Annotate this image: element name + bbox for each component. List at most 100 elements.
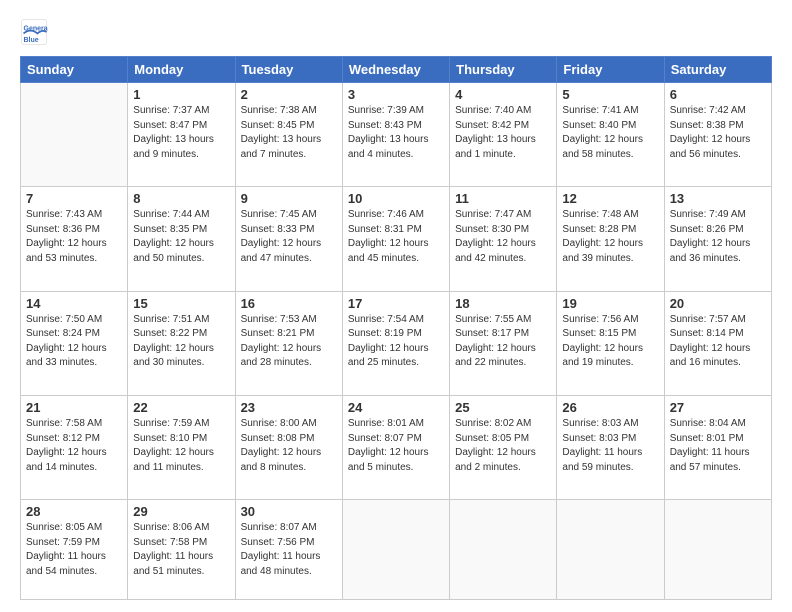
weekday-header-tuesday: Tuesday	[235, 57, 342, 83]
day-number: 12	[562, 191, 658, 206]
calendar-cell: 25 Sunrise: 8:02 AM Sunset: 8:05 PM Dayli…	[450, 396, 557, 500]
calendar-cell: 16 Sunrise: 7:53 AM Sunset: 8:21 PM Dayli…	[235, 291, 342, 395]
day-info: Sunrise: 7:51 AM Sunset: 8:22 PM Dayligh…	[133, 313, 229, 371]
day-number: 27	[670, 400, 766, 415]
day-number: 21	[26, 400, 122, 415]
day-info: Sunrise: 7:37 AM Sunset: 8:47 PM Dayligh…	[133, 104, 229, 162]
calendar-cell: 24Sunrise: 8:01 AM Sunset: 8:07 PM Dayli…	[342, 396, 449, 500]
day-info: Sunrise: 8:05 AM Sunset: 7:59 PM Dayligh…	[26, 521, 122, 579]
calendar-cell: 23Sunrise: 8:00 AM Sunset: 8:08 PM Dayli…	[235, 396, 342, 500]
calendar-cell: 13 Sunrise: 7:49 AM Sunset: 8:26 PM Dayli…	[664, 187, 771, 291]
calendar-cell: 21 Sunrise: 7:58 AM Sunset: 8:12 PM Dayli…	[21, 396, 128, 500]
calendar-cell: 1Sunrise: 7:37 AM Sunset: 8:47 PM Daylig…	[128, 83, 235, 187]
day-number: 4	[455, 87, 551, 102]
calendar-week-row: 14 Sunrise: 7:50 AM Sunset: 8:24 PM Dayli…	[21, 291, 772, 395]
calendar-cell: 15 Sunrise: 7:51 AM Sunset: 8:22 PM Dayli…	[128, 291, 235, 395]
day-info: Sunrise: 7:54 AM Sunset: 8:19 PM Dayligh…	[348, 313, 444, 371]
day-number: 17	[348, 296, 444, 311]
calendar-cell: 28 Sunrise: 8:05 AM Sunset: 7:59 PM Dayli…	[21, 500, 128, 600]
day-number: 18	[455, 296, 551, 311]
day-info: Sunrise: 7:53 AM Sunset: 8:21 PM Dayligh…	[241, 313, 337, 371]
day-info: Sunrise: 7:40 AM Sunset: 8:42 PM Dayligh…	[455, 104, 551, 162]
calendar-cell: 10Sunrise: 7:46 AM Sunset: 8:31 PM Dayli…	[342, 187, 449, 291]
day-info: Sunrise: 7:39 AM Sunset: 8:43 PM Dayligh…	[348, 104, 444, 162]
calendar-week-row: 7 Sunrise: 7:43 AM Sunset: 8:36 PM Daylig…	[21, 187, 772, 291]
day-number: 14	[26, 296, 122, 311]
day-info: Sunrise: 7:57 AM Sunset: 8:14 PM Dayligh…	[670, 313, 766, 371]
day-number: 16	[241, 296, 337, 311]
calendar-cell: 14 Sunrise: 7:50 AM Sunset: 8:24 PM Dayli…	[21, 291, 128, 395]
day-info: Sunrise: 8:01 AM Sunset: 8:07 PM Dayligh…	[348, 417, 444, 475]
day-number: 19	[562, 296, 658, 311]
svg-text:Blue: Blue	[24, 37, 39, 44]
day-info: Sunrise: 7:45 AM Sunset: 8:33 PM Dayligh…	[241, 208, 337, 266]
day-number: 26	[562, 400, 658, 415]
calendar-cell: 3 Sunrise: 7:39 AM Sunset: 8:43 PM Daylig…	[342, 83, 449, 187]
day-info: Sunrise: 7:59 AM Sunset: 8:10 PM Dayligh…	[133, 417, 229, 475]
day-number: 2	[241, 87, 337, 102]
calendar-cell: 8 Sunrise: 7:44 AM Sunset: 8:35 PM Daylig…	[128, 187, 235, 291]
calendar-cell: 4 Sunrise: 7:40 AM Sunset: 8:42 PM Daylig…	[450, 83, 557, 187]
weekday-header-saturday: Saturday	[664, 57, 771, 83]
calendar-cell: 11Sunrise: 7:47 AM Sunset: 8:30 PM Dayli…	[450, 187, 557, 291]
day-number: 28	[26, 504, 122, 519]
calendar-cell: 19Sunrise: 7:56 AM Sunset: 8:15 PM Dayli…	[557, 291, 664, 395]
day-number: 23	[241, 400, 337, 415]
calendar-cell: 9Sunrise: 7:45 AM Sunset: 8:33 PM Daylig…	[235, 187, 342, 291]
day-info: Sunrise: 7:47 AM Sunset: 8:30 PM Dayligh…	[455, 208, 551, 266]
day-number: 3	[348, 87, 444, 102]
calendar-cell: 29Sunrise: 8:06 AM Sunset: 7:58 PM Dayli…	[128, 500, 235, 600]
calendar-cell: 27 Sunrise: 8:04 AM Sunset: 8:01 PM Dayli…	[664, 396, 771, 500]
day-info: Sunrise: 7:58 AM Sunset: 8:12 PM Dayligh…	[26, 417, 122, 475]
calendar-cell: 18 Sunrise: 7:55 AM Sunset: 8:17 PM Dayli…	[450, 291, 557, 395]
day-number: 22	[133, 400, 229, 415]
day-info: Sunrise: 7:38 AM Sunset: 8:45 PM Dayligh…	[241, 104, 337, 162]
calendar-week-row: 28 Sunrise: 8:05 AM Sunset: 7:59 PM Dayli…	[21, 500, 772, 600]
logo-icon: General Blue	[20, 18, 48, 46]
calendar-cell: 6Sunrise: 7:42 AM Sunset: 8:38 PM Daylig…	[664, 83, 771, 187]
day-number: 5	[562, 87, 658, 102]
day-number: 20	[670, 296, 766, 311]
calendar-cell: 30 Sunrise: 8:07 AM Sunset: 7:56 PM Dayli…	[235, 500, 342, 600]
calendar-week-row: 21 Sunrise: 7:58 AM Sunset: 8:12 PM Dayli…	[21, 396, 772, 500]
day-info: Sunrise: 7:42 AM Sunset: 8:38 PM Dayligh…	[670, 104, 766, 162]
day-info: Sunrise: 7:44 AM Sunset: 8:35 PM Dayligh…	[133, 208, 229, 266]
day-info: Sunrise: 7:50 AM Sunset: 8:24 PM Dayligh…	[26, 313, 122, 371]
day-info: Sunrise: 7:55 AM Sunset: 8:17 PM Dayligh…	[455, 313, 551, 371]
header: General Blue	[20, 18, 772, 46]
day-number: 10	[348, 191, 444, 206]
day-info: Sunrise: 7:41 AM Sunset: 8:40 PM Dayligh…	[562, 104, 658, 162]
calendar-cell	[342, 500, 449, 600]
day-info: Sunrise: 8:07 AM Sunset: 7:56 PM Dayligh…	[241, 521, 337, 579]
calendar-cell: 20 Sunrise: 7:57 AM Sunset: 8:14 PM Dayli…	[664, 291, 771, 395]
calendar-cell	[557, 500, 664, 600]
calendar-cell	[450, 500, 557, 600]
day-info: Sunrise: 7:48 AM Sunset: 8:28 PM Dayligh…	[562, 208, 658, 266]
weekday-header-thursday: Thursday	[450, 57, 557, 83]
weekday-header-row: SundayMondayTuesdayWednesdayThursdayFrid…	[21, 57, 772, 83]
day-number: 25	[455, 400, 551, 415]
calendar-cell: 7 Sunrise: 7:43 AM Sunset: 8:36 PM Daylig…	[21, 187, 128, 291]
weekday-header-monday: Monday	[128, 57, 235, 83]
weekday-header-sunday: Sunday	[21, 57, 128, 83]
page: General Blue SundayMondayTuesdayWednesda…	[0, 0, 792, 612]
calendar-cell: 26Sunrise: 8:03 AM Sunset: 8:03 PM Dayli…	[557, 396, 664, 500]
day-info: Sunrise: 8:02 AM Sunset: 8:05 PM Dayligh…	[455, 417, 551, 475]
day-info: Sunrise: 8:04 AM Sunset: 8:01 PM Dayligh…	[670, 417, 766, 475]
calendar-cell: 2 Sunrise: 7:38 AM Sunset: 8:45 PM Daylig…	[235, 83, 342, 187]
logo: General Blue	[20, 18, 52, 46]
day-number: 7	[26, 191, 122, 206]
calendar-cell: 12 Sunrise: 7:48 AM Sunset: 8:28 PM Dayli…	[557, 187, 664, 291]
calendar-table: SundayMondayTuesdayWednesdayThursdayFrid…	[20, 56, 772, 600]
day-info: Sunrise: 7:43 AM Sunset: 8:36 PM Dayligh…	[26, 208, 122, 266]
calendar-cell	[664, 500, 771, 600]
weekday-header-friday: Friday	[557, 57, 664, 83]
day-number: 30	[241, 504, 337, 519]
day-number: 8	[133, 191, 229, 206]
day-number: 15	[133, 296, 229, 311]
calendar-cell: 17 Sunrise: 7:54 AM Sunset: 8:19 PM Dayli…	[342, 291, 449, 395]
calendar-cell: 22 Sunrise: 7:59 AM Sunset: 8:10 PM Dayli…	[128, 396, 235, 500]
day-number: 13	[670, 191, 766, 206]
calendar-cell	[21, 83, 128, 187]
day-info: Sunrise: 7:49 AM Sunset: 8:26 PM Dayligh…	[670, 208, 766, 266]
